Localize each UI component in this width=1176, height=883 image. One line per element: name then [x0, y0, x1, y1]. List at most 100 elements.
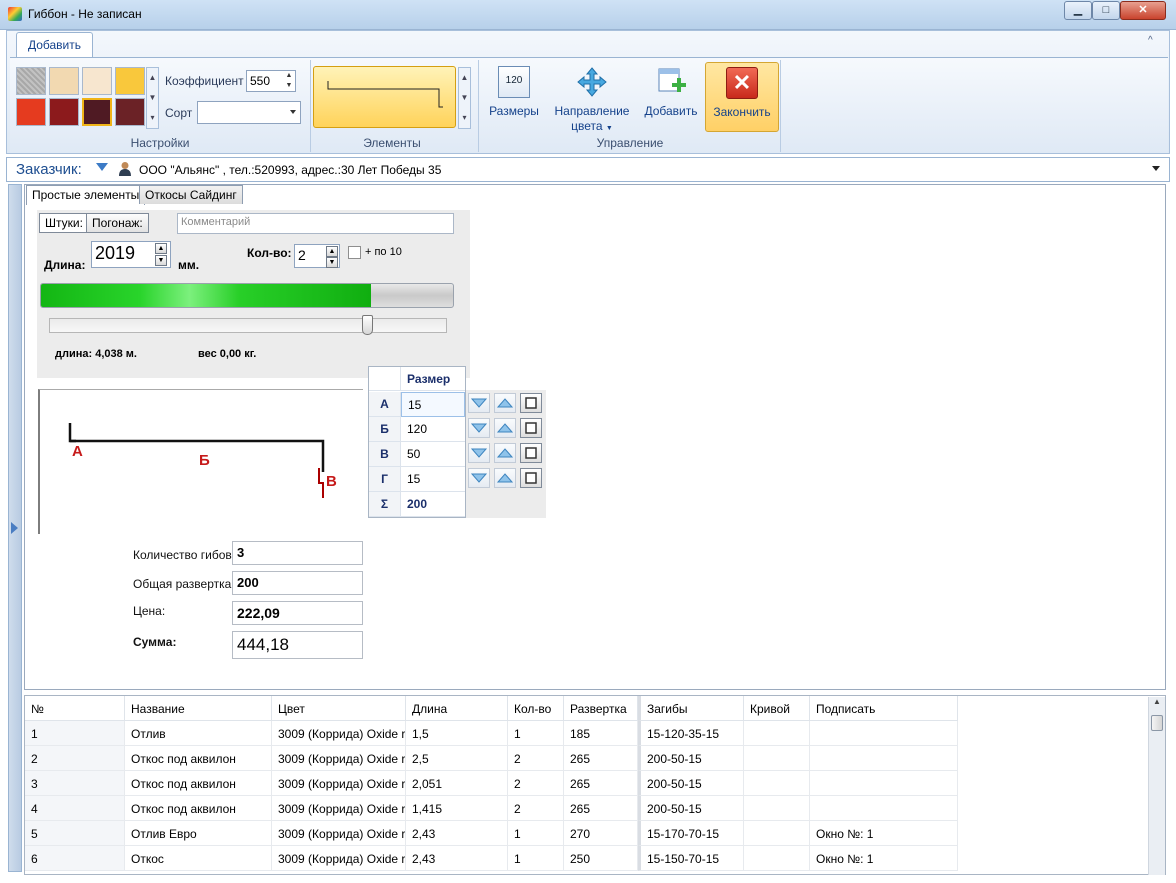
table-cell[interactable]: 1,415 — [406, 796, 508, 821]
length-down-icon[interactable]: ▼ — [155, 255, 167, 266]
table-cell[interactable]: 1,5 — [406, 721, 508, 746]
sum-field[interactable]: 444,18 — [232, 631, 363, 659]
table-cell[interactable]: 15-150-70-15 — [638, 846, 744, 871]
table-cell[interactable]: Окно №: 1 — [810, 821, 958, 846]
color-swatch-selected[interactable] — [82, 98, 112, 126]
color-swatch[interactable] — [115, 98, 145, 126]
table-cell[interactable] — [744, 721, 810, 746]
decrease-dimension-icon[interactable] — [468, 418, 490, 438]
table-cell[interactable] — [810, 796, 958, 821]
sort-dropdown-icon[interactable] — [290, 110, 296, 114]
increase-dimension-icon[interactable] — [494, 418, 516, 438]
table-cell[interactable]: Откос под аквилон — [125, 746, 272, 771]
ribbon-collapse-icon[interactable]: ^ — [1148, 35, 1153, 46]
color-direction-button[interactable]: Направление цвета ▼ — [552, 66, 632, 133]
expand-panel-icon[interactable] — [11, 522, 18, 534]
table-cell[interactable] — [810, 746, 958, 771]
color-swatch[interactable] — [82, 67, 112, 95]
table-row-number[interactable]: 3 — [25, 771, 125, 796]
elements-gallery-scroll[interactable]: ▲ ▼ ▾ — [458, 67, 471, 129]
table-cell[interactable]: Откос — [125, 846, 272, 871]
table-cell[interactable]: Откос под аквилон — [125, 796, 272, 821]
tab-slopes-siding[interactable]: Откосы Сайдинг — [139, 185, 243, 204]
table-cell[interactable]: 2,43 — [406, 846, 508, 871]
color-swatch[interactable] — [115, 67, 145, 95]
dimension-value-input[interactable]: 15 — [401, 467, 465, 492]
grid-column-header[interactable]: Кол-во — [508, 696, 564, 721]
table-cell[interactable]: 3009 (Коррида) Oxide red — [272, 771, 406, 796]
color-swatch[interactable] — [49, 98, 79, 126]
table-row-number[interactable]: 6 — [25, 846, 125, 871]
slider-thumb[interactable] — [362, 315, 374, 335]
table-cell[interactable]: 2 — [508, 746, 564, 771]
table-cell[interactable]: 2 — [508, 771, 564, 796]
scroll-down-icon[interactable]: ▼ — [459, 88, 470, 108]
color-swatch[interactable] — [16, 67, 46, 95]
table-cell[interactable]: 2 — [508, 796, 564, 821]
coef-stepper[interactable]: ▲ ▼ — [283, 71, 295, 91]
element-profile-gallery-item[interactable] — [313, 66, 456, 128]
gallery-expand-icon[interactable]: ▾ — [147, 108, 158, 128]
table-cell[interactable]: 3009 (Коррида) Oxide red — [272, 721, 406, 746]
table-cell[interactable]: 270 — [564, 821, 638, 846]
running-meter-button[interactable]: Погонаж: — [86, 213, 149, 233]
grid-column-header[interactable]: Подписать — [810, 696, 958, 721]
gallery-expand-icon[interactable]: ▾ — [459, 108, 470, 128]
grid-column-header[interactable]: № — [25, 696, 125, 721]
decrease-dimension-icon[interactable] — [468, 393, 490, 413]
table-row-number[interactable]: 2 — [25, 746, 125, 771]
table-cell[interactable]: Отлив Евро — [125, 821, 272, 846]
ribbon-tab-add[interactable]: Добавить — [16, 32, 93, 57]
table-row-number[interactable]: 5 — [25, 821, 125, 846]
table-cell[interactable] — [810, 721, 958, 746]
qty-down-icon[interactable]: ▼ — [326, 257, 338, 268]
dimension-option-icon[interactable] — [520, 443, 542, 463]
table-cell[interactable]: 3009 (Коррида) Oxide red — [272, 796, 406, 821]
increase-dimension-icon[interactable] — [494, 443, 516, 463]
qty-up-icon[interactable]: ▲ — [326, 246, 338, 257]
table-row-number[interactable]: 4 — [25, 796, 125, 821]
table-cell[interactable] — [744, 771, 810, 796]
color-swatch[interactable] — [49, 67, 79, 95]
table-cell[interactable]: 265 — [564, 796, 638, 821]
dimension-option-icon[interactable] — [520, 393, 542, 413]
scroll-up-icon[interactable]: ▲ — [1149, 697, 1165, 711]
table-cell[interactable]: 2,051 — [406, 771, 508, 796]
dimension-value-input[interactable]: 50 — [401, 442, 465, 467]
pieces-button[interactable]: Штуки: — [39, 213, 89, 233]
grid-column-header[interactable]: Кривой — [744, 696, 810, 721]
plus-10-checkbox[interactable] — [348, 246, 361, 259]
bends-field[interactable]: 3 — [232, 541, 363, 565]
price-field[interactable]: 222,09 — [232, 601, 363, 625]
sizes-button[interactable]: 120 Размеры — [486, 66, 542, 126]
table-cell[interactable]: 15-120-35-15 — [638, 721, 744, 746]
dimension-option-icon[interactable] — [520, 468, 542, 488]
scroll-up-icon[interactable]: ▲ — [459, 68, 470, 88]
table-cell[interactable] — [744, 796, 810, 821]
table-cell[interactable]: 265 — [564, 746, 638, 771]
decrease-dimension-icon[interactable] — [468, 443, 490, 463]
length-slider[interactable] — [49, 318, 447, 333]
minimize-button[interactable]: ▁ — [1064, 1, 1092, 20]
grid-vertical-scrollbar[interactable]: ▲ — [1148, 697, 1165, 875]
customer-select[interactable]: ООО "Альянс" , тел.:520993, адрес.:30 Ле… — [139, 163, 441, 177]
grid-column-header[interactable]: Загибы — [638, 696, 744, 721]
grid-column-header[interactable]: Развертка — [564, 696, 638, 721]
swatch-gallery-scroll[interactable]: ▲ ▼ ▾ — [146, 67, 159, 129]
table-cell[interactable]: 250 — [564, 846, 638, 871]
table-cell[interactable]: 2,43 — [406, 821, 508, 846]
add-element-button[interactable]: Добавить — [642, 66, 700, 126]
maximize-button[interactable]: □ — [1092, 1, 1120, 20]
grid-column-header[interactable]: Цвет — [272, 696, 406, 721]
table-cell[interactable]: 3009 (Коррида) Oxide red — [272, 746, 406, 771]
table-cell[interactable]: 185 — [564, 721, 638, 746]
dimension-value-input[interactable]: 15 — [401, 392, 465, 417]
table-cell[interactable]: 1 — [508, 846, 564, 871]
finish-button[interactable]: ✕ Закончить — [705, 62, 779, 132]
table-cell[interactable]: Откос под аквилон — [125, 771, 272, 796]
tab-simple-elements[interactable]: Простые элементы — [26, 185, 146, 205]
increase-dimension-icon[interactable] — [494, 393, 516, 413]
scroll-thumb[interactable] — [1151, 715, 1163, 731]
table-cell[interactable] — [744, 821, 810, 846]
table-cell[interactable] — [810, 771, 958, 796]
